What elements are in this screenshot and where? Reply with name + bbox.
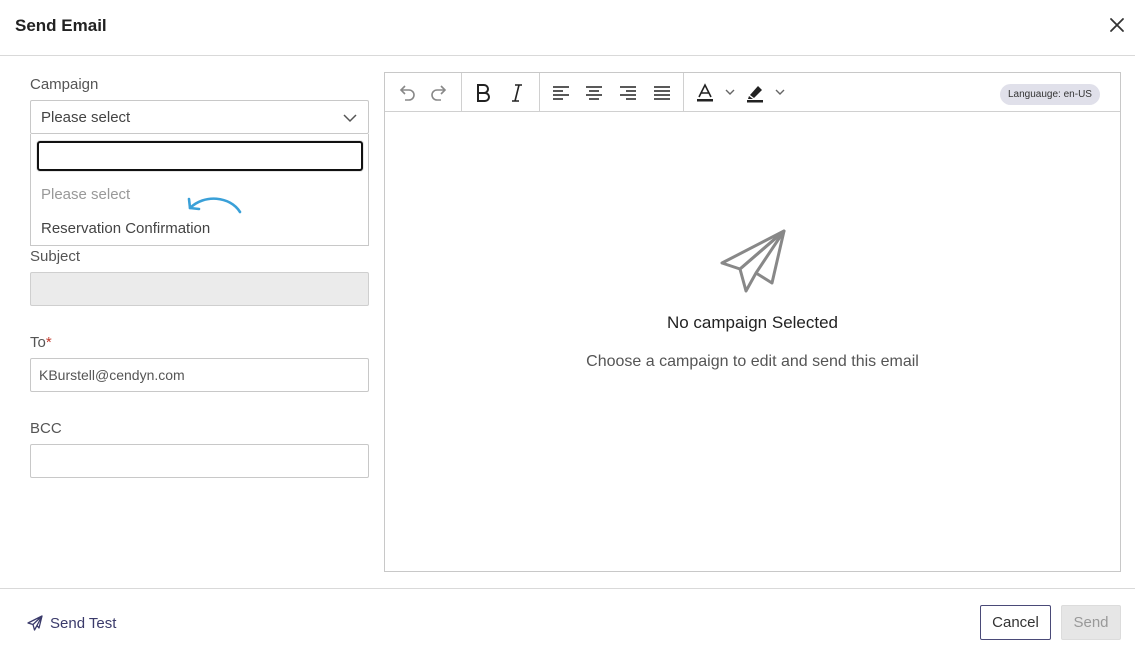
bcc-label: BCC (30, 420, 62, 437)
chevron-down-icon (343, 114, 357, 123)
align-justify-icon[interactable] (650, 81, 674, 105)
toolbar-divider (539, 73, 540, 112)
toolbar-divider (683, 73, 684, 112)
dropdown-option-please-select[interactable]: Please select (41, 186, 130, 203)
empty-state-subtitle: Choose a campaign to edit and send this … (586, 353, 919, 370)
send-button[interactable]: Send (1061, 605, 1121, 640)
paper-plane-icon (720, 229, 786, 293)
align-left-icon[interactable] (549, 81, 573, 105)
dialog-title: Send Email (15, 16, 107, 35)
campaign-search-input[interactable] (37, 141, 363, 171)
subject-label: Subject (30, 248, 81, 265)
redo-icon[interactable] (428, 81, 452, 105)
campaign-select-value: Please select (41, 109, 131, 126)
to-input[interactable]: KBurstell@cendyn.com (30, 358, 369, 392)
editor-toolbar: Languauge: en-US (385, 73, 1120, 112)
language-badge: Languauge: en-US (1000, 84, 1100, 105)
italic-icon[interactable] (505, 81, 529, 105)
bold-icon[interactable] (471, 81, 495, 105)
dialog-footer: Send Test Cancel Send (0, 588, 1135, 653)
dropdown-option-reservation-confirmation[interactable]: Reservation Confirmation (41, 220, 210, 237)
subject-input (30, 272, 369, 306)
bcc-input[interactable] (30, 444, 369, 478)
send-test-button[interactable]: Send Test (26, 614, 116, 632)
to-label-text: To (30, 334, 46, 351)
required-mark: * (45, 334, 52, 351)
campaign-select[interactable]: Please select (30, 100, 369, 134)
cancel-button[interactable]: Cancel (980, 605, 1051, 640)
paper-plane-icon (27, 615, 43, 631)
align-right-icon[interactable] (616, 81, 640, 105)
dialog-header: Send Email (0, 0, 1135, 56)
undo-icon[interactable] (394, 81, 418, 105)
curved-arrow-icon (187, 197, 242, 214)
close-icon[interactable] (1106, 14, 1128, 36)
align-center-icon[interactable] (582, 81, 606, 105)
send-test-label: Send Test (50, 614, 117, 632)
email-editor: Languauge: en-US No campaign Selected Ch… (384, 72, 1121, 572)
text-color-icon[interactable] (693, 81, 741, 105)
empty-state-title: No campaign Selected (666, 313, 839, 332)
to-label: To* (30, 334, 52, 351)
campaign-label: Campaign (30, 76, 99, 93)
highlight-icon[interactable] (743, 81, 791, 105)
toolbar-divider (461, 73, 462, 112)
